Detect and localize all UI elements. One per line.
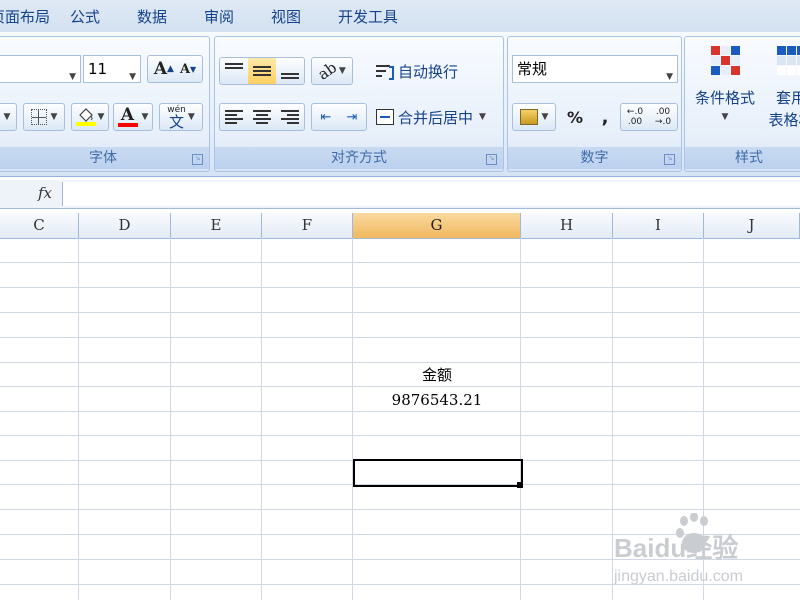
- tab-page-layout[interactable]: 页面布局: [0, 6, 50, 27]
- wrap-text-button[interactable]: 自动换行: [375, 57, 471, 85]
- font-dialog-launcher-icon[interactable]: ↘: [192, 154, 203, 165]
- paint-bucket-icon: [75, 108, 96, 126]
- underline-dropdown[interactable]: ▼: [0, 103, 17, 131]
- alignment-group: ab ▼ 自动换行 ⇤ ⇥ 合并后居中 ▼ 对齐方式 ↘: [214, 36, 504, 172]
- formula-input[interactable]: [62, 182, 800, 206]
- cell-g-header[interactable]: 金额: [353, 363, 521, 387]
- column-header-i[interactable]: I: [613, 213, 704, 238]
- column-header-h[interactable]: H: [521, 213, 613, 238]
- column-header-c[interactable]: C: [0, 213, 79, 238]
- ribbon-tab-bar: 页面布局 公式 数据 审阅 视图 开发工具: [0, 0, 800, 32]
- phonetic-icon: wén 文: [167, 104, 186, 131]
- column-header-d[interactable]: D: [79, 213, 171, 238]
- watermark-url: jingyan.baidu.com: [614, 568, 743, 585]
- cell-g-value[interactable]: 9876543.21: [353, 388, 521, 412]
- accounting-format-button[interactable]: ▼: [512, 103, 556, 131]
- decrease-indent-icon[interactable]: ⇤: [313, 104, 339, 130]
- font-name-combo[interactable]: ▼: [0, 55, 81, 83]
- tab-developer[interactable]: 开发工具: [338, 6, 398, 27]
- indent-buttons: ⇤ ⇥: [311, 103, 367, 131]
- font-color-button[interactable]: A ▼: [113, 103, 153, 131]
- insert-function-icon[interactable]: fx: [32, 182, 58, 204]
- conditional-formatting-button[interactable]: 条件格式 ▼: [687, 43, 763, 141]
- align-right-icon[interactable]: [276, 104, 304, 130]
- format-as-table-button[interactable]: 套用 表格格: [761, 43, 800, 141]
- font-group: ▼ 11 ▼ A ▲ A ▼ ▼ ▼ ▼ A ▼ wén 文 ▼ 字体 ↘: [0, 36, 210, 172]
- comma-icon: ,: [601, 106, 609, 128]
- phonetic-guide-button[interactable]: wén 文 ▼: [159, 103, 203, 131]
- grow-font-button[interactable]: A: [154, 59, 167, 79]
- number-dialog-launcher-icon[interactable]: ↘: [664, 154, 675, 165]
- comma-style-button[interactable]: ,: [592, 103, 618, 131]
- horizontal-align-buttons: [219, 103, 305, 131]
- tab-formulas[interactable]: 公式: [70, 6, 100, 27]
- shrink-font-button[interactable]: A: [180, 62, 190, 77]
- orientation-button[interactable]: ab ▼: [311, 57, 353, 85]
- styles-group: 条件格式 ▼ 套用 表格格 样式: [684, 36, 800, 172]
- ribbon: ▼ 11 ▼ A ▲ A ▼ ▼ ▼ ▼ A ▼ wén 文 ▼ 字体 ↘ ab…: [0, 32, 800, 177]
- merge-center-button[interactable]: 合并后居中 ▼: [375, 103, 499, 131]
- active-cell-selection[interactable]: [353, 459, 523, 487]
- percent-icon: %: [566, 107, 584, 127]
- align-bottom-icon[interactable]: [276, 58, 304, 84]
- tab-view[interactable]: 视图: [271, 6, 301, 27]
- number-group: 常规 ▼ ▼ % , ←.0 .00 .00 →.0 数字 ↘: [507, 36, 682, 172]
- column-header-f[interactable]: F: [262, 213, 353, 238]
- currency-icon: [519, 109, 538, 125]
- increase-indent-icon[interactable]: ⇥: [339, 104, 365, 130]
- conditional-formatting-icon: [710, 46, 740, 75]
- column-header-g[interactable]: G: [353, 213, 521, 238]
- styles-group-label: 样式: [685, 147, 800, 169]
- column-headers: C D E F G H I J: [0, 213, 800, 239]
- fill-handle[interactable]: [517, 482, 523, 488]
- align-middle-icon[interactable]: [248, 58, 276, 84]
- tab-data[interactable]: 数据: [137, 6, 167, 27]
- number-format-combo[interactable]: 常规 ▼: [512, 55, 678, 83]
- decimal-buttons: ←.0 .00 .00 →.0: [620, 103, 678, 131]
- font-size-combo[interactable]: 11 ▼: [83, 55, 141, 83]
- alignment-dialog-launcher-icon[interactable]: ↘: [486, 154, 497, 165]
- increase-decimal-icon[interactable]: ←.0 .00: [621, 104, 649, 130]
- align-center-icon[interactable]: [248, 104, 276, 130]
- merge-cells-icon: [376, 109, 394, 125]
- align-left-icon[interactable]: [220, 104, 248, 130]
- alignment-group-label: 对齐方式: [215, 147, 503, 169]
- font-group-label: 字体: [0, 147, 209, 169]
- table-style-icon: [776, 46, 800, 75]
- wrap-text-icon: [376, 63, 394, 80]
- font-color-icon: A: [120, 104, 135, 125]
- percent-style-button[interactable]: %: [560, 103, 590, 131]
- column-header-e[interactable]: E: [171, 213, 262, 238]
- text-orientation-icon: ab: [314, 58, 341, 84]
- borders-button[interactable]: ▼: [23, 103, 65, 131]
- vertical-align-buttons: [219, 57, 305, 85]
- decrease-decimal-icon[interactable]: .00 →.0: [649, 104, 677, 130]
- baidu-watermark: Baidu经验 jingyan.baidu.com: [613, 512, 794, 588]
- font-size-adjust: A ▲ A ▼: [147, 55, 203, 83]
- align-top-icon[interactable]: [220, 58, 248, 84]
- fill-color-button[interactable]: ▼: [71, 103, 109, 131]
- number-group-label: 数字: [508, 147, 681, 169]
- tab-review[interactable]: 审阅: [204, 6, 234, 27]
- watermark-brand: Baidu经验: [614, 533, 738, 563]
- column-header-j[interactable]: J: [704, 213, 800, 238]
- borders-icon: [30, 109, 47, 125]
